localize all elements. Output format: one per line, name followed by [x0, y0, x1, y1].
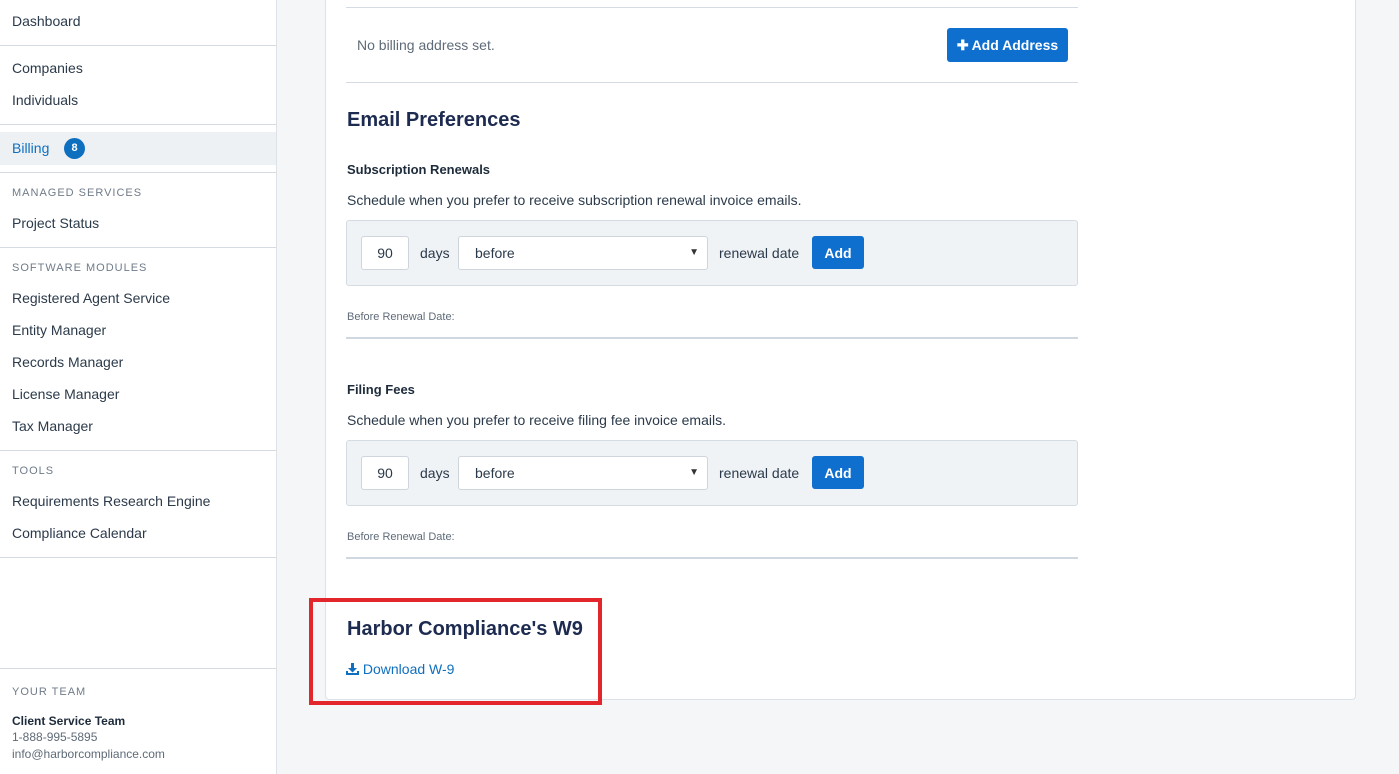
- subscription-add-button[interactable]: Add: [812, 236, 864, 269]
- billing-count-badge: 8: [64, 138, 85, 159]
- sidebar-item-registered-agent-service[interactable]: Registered Agent Service: [12, 290, 170, 306]
- sidebar-item-companies[interactable]: Companies: [12, 60, 83, 76]
- subscription-schedule-panel: [346, 220, 1078, 286]
- section-heading-your-team: YOUR TEAM: [12, 686, 87, 698]
- filing-fees-add-button[interactable]: Add: [812, 456, 864, 489]
- sidebar-item-individuals[interactable]: Individuals: [12, 92, 78, 108]
- sidebar-item-tax-manager[interactable]: Tax Manager: [12, 418, 93, 434]
- team-name: Client Service Team: [12, 714, 126, 728]
- sidebar: Dashboard Companies Individuals Billing …: [0, 0, 277, 774]
- subscription-renewals-title: Subscription Renewals: [347, 162, 491, 177]
- filing-fees-days-input[interactable]: [361, 456, 409, 490]
- sidebar-item-records-manager[interactable]: Records Manager: [12, 354, 123, 370]
- team-email[interactable]: info@harborcompliance.com: [12, 747, 165, 761]
- filing-fees-title: Filing Fees: [347, 382, 415, 397]
- section-divider: [346, 337, 1078, 339]
- add-address-button[interactable]: ✚ Add Address: [947, 28, 1068, 62]
- add-address-label: Add Address: [971, 37, 1059, 53]
- sidebar-item-requirements-research-engine[interactable]: Requirements Research Engine: [12, 493, 210, 509]
- filing-fees-timing-value: before: [475, 465, 515, 481]
- sidebar-item-compliance-calendar[interactable]: Compliance Calendar: [12, 525, 147, 541]
- section-heading-software-modules: SOFTWARE MODULES: [12, 262, 148, 274]
- filing-fees-description: Schedule when you prefer to receive fili…: [347, 412, 726, 428]
- subscription-days-input[interactable]: [361, 236, 409, 270]
- sidebar-divider: [0, 668, 276, 669]
- sidebar-item-project-status[interactable]: Project Status: [12, 215, 99, 231]
- sidebar-item-dashboard[interactable]: Dashboard: [12, 13, 81, 29]
- highlight-box: [309, 598, 602, 705]
- sidebar-item-billing[interactable]: Billing: [0, 132, 276, 165]
- filing-fees-list-label: Before Renewal Date:: [347, 531, 455, 543]
- chevron-down-icon: ▼: [689, 467, 699, 478]
- subscription-timing-select[interactable]: before ▼: [458, 236, 708, 270]
- section-heading-managed-services: MANAGED SERVICES: [12, 187, 143, 199]
- sidebar-divider: [0, 247, 276, 248]
- sidebar-item-billing-label: Billing: [12, 140, 50, 156]
- subscription-suffix-label: renewal date: [719, 245, 800, 261]
- sidebar-item-license-manager[interactable]: License Manager: [12, 386, 119, 402]
- team-phone[interactable]: 1-888-995-5895: [12, 730, 97, 744]
- billing-settings-card: [325, 0, 1356, 700]
- sidebar-divider: [0, 172, 276, 173]
- subscription-list-label: Before Renewal Date:: [347, 311, 455, 323]
- sidebar-divider: [0, 450, 276, 451]
- subscription-days-label: days: [420, 245, 450, 261]
- section-divider: [346, 7, 1078, 8]
- sidebar-divider: [0, 45, 276, 46]
- section-heading-tools: TOOLS: [12, 465, 55, 477]
- plus-icon: ✚: [956, 36, 969, 53]
- subscription-renewals-description: Schedule when you prefer to receive subs…: [347, 192, 802, 208]
- subscription-timing-value: before: [475, 245, 515, 261]
- chevron-down-icon: ▼: [689, 247, 699, 258]
- filing-fees-suffix-label: renewal date: [719, 465, 800, 481]
- sidebar-divider: [0, 557, 276, 558]
- filing-fees-schedule-panel: [346, 440, 1078, 506]
- filing-fees-timing-select[interactable]: before ▼: [458, 456, 708, 490]
- filing-fees-days-label: days: [420, 465, 450, 481]
- section-divider: [346, 557, 1078, 559]
- email-preferences-title: Email Preferences: [347, 109, 521, 131]
- sidebar-divider: [0, 124, 276, 125]
- billing-address-empty-text: No billing address set.: [357, 37, 495, 53]
- section-divider: [346, 82, 1078, 83]
- sidebar-item-entity-manager[interactable]: Entity Manager: [12, 322, 106, 338]
